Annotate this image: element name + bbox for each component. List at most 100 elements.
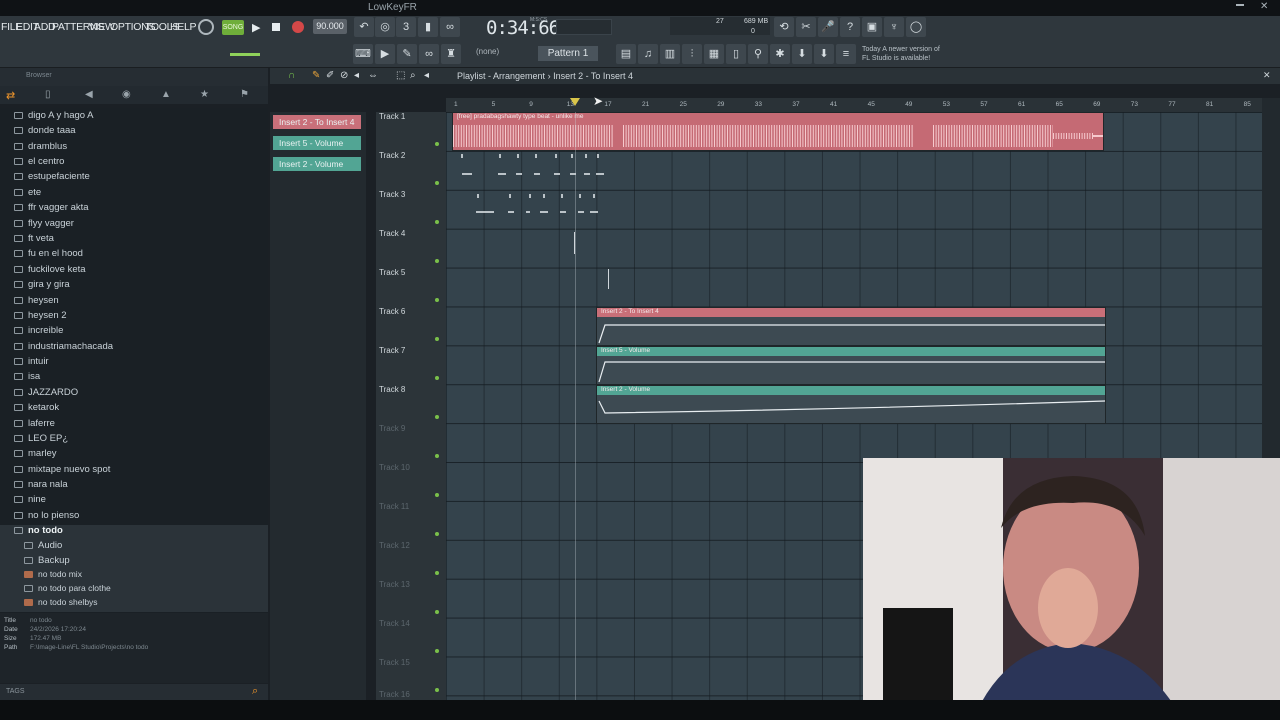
track-label[interactable]: Track 11 (379, 502, 409, 511)
automation-clip[interactable]: Insert 2 - To Insert 4 (596, 307, 1106, 346)
snap-magnet-icon[interactable]: ∩ (288, 70, 295, 81)
folder-item[interactable]: ketarok (14, 402, 59, 417)
playlist-close-icon[interactable]: ✕ (1263, 70, 1271, 81)
plugin-icon[interactable]: ♆ (884, 17, 904, 37)
piano-roll-icon[interactable]: ♫ (638, 44, 658, 64)
track-label[interactable]: Track 15 (379, 658, 410, 667)
grid-icon[interactable]: ▦ (704, 44, 724, 64)
select-tool-icon[interactable]: ⬚ (396, 70, 405, 81)
metronome-icon[interactable]: ↶ (354, 17, 374, 37)
step-record-icon[interactable]: ▮ (418, 17, 438, 37)
track-enable-led[interactable] (435, 493, 439, 497)
mute-tool-icon[interactable]: ◂ (354, 70, 359, 81)
track-enable-led[interactable] (435, 259, 439, 263)
file-item[interactable]: no todo shelbys (0, 597, 268, 612)
song-time-display[interactable]: 0:34:66 (486, 17, 560, 39)
stamp-icon[interactable]: ♜ (441, 44, 461, 64)
browser-star-icon[interactable]: ★ (200, 89, 209, 100)
subfolder-item[interactable]: Audio (0, 540, 268, 555)
folder-item[interactable]: JAZZARDO (14, 387, 78, 402)
browser-cloud-icon[interactable]: ▲ (161, 89, 171, 100)
track-label[interactable]: Track 9 (379, 424, 405, 433)
folder-item[interactable]: gira y gira (14, 279, 70, 294)
audio-clip[interactable]: [free] pradabagshawty type beat - unlike… (452, 112, 1104, 151)
folder-item[interactable]: increible (14, 325, 63, 340)
chat-icon[interactable]: ◯ (906, 17, 926, 37)
microphone-icon[interactable]: 🎤 (818, 17, 838, 37)
folder-item[interactable]: intuir (14, 356, 49, 371)
channel-rack-icon[interactable]: ▥ (660, 44, 680, 64)
track-enable-led[interactable] (435, 649, 439, 653)
tempo-display[interactable]: 90.000 (313, 19, 347, 34)
channel-select[interactable]: (none) (476, 47, 499, 56)
folder-item[interactable]: digo A y hago A (14, 110, 94, 125)
browser-files-icon[interactable]: ▯ (45, 89, 51, 100)
folder-item[interactable]: nine (14, 494, 46, 509)
help-icon[interactable]: ? (840, 17, 860, 37)
search-icon[interactable]: ⌕ (252, 685, 258, 698)
browser-plugins-icon[interactable]: ◀ (85, 89, 93, 100)
arrow-right-icon[interactable]: ▶ (375, 44, 395, 64)
folder-item[interactable]: LEO EP¿ (14, 433, 68, 448)
track-enable-led[interactable] (435, 571, 439, 575)
clip-source-item[interactable]: Insert 5 - Volume (273, 136, 361, 150)
track-enable-led[interactable] (435, 298, 439, 302)
folder-item[interactable]: mixtape nuevo spot (14, 464, 110, 479)
track-label[interactable]: Track 2 (379, 151, 405, 160)
automation-clip[interactable]: Insert 2 - Volume (596, 385, 1106, 424)
playlist-icon[interactable]: ▤ (616, 44, 636, 64)
export-icon[interactable]: ⬇ (814, 44, 834, 64)
tags-bar[interactable]: TAGS ⌕ (0, 684, 268, 700)
track-enable-led[interactable] (435, 181, 439, 185)
plug-icon[interactable]: ⚲ (748, 44, 768, 64)
tools-icon[interactable]: ✱ (770, 44, 790, 64)
master-pitch-slider[interactable] (230, 53, 260, 56)
automation-clip[interactable]: Insert 5 - Volume (596, 346, 1106, 385)
minimize-icon[interactable] (1236, 4, 1244, 6)
folder-item[interactable]: no lo pienso (14, 510, 79, 525)
draw-tool-icon[interactable]: ✎ (312, 70, 320, 81)
track-enable-led[interactable] (435, 220, 439, 224)
master-volume-knob[interactable] (198, 19, 214, 35)
subfolder-item[interactable]: Backup (0, 555, 268, 570)
countdown-icon[interactable]: 3 (396, 17, 416, 37)
undo-icon[interactable]: ⟲ (774, 17, 794, 37)
folder-item[interactable]: marley (14, 448, 57, 463)
browser-back-icon[interactable]: ⇄ (6, 89, 15, 102)
track-enable-led[interactable] (435, 610, 439, 614)
folder-item[interactable]: donde taaa (14, 125, 76, 140)
link-icon[interactable]: ∞ (419, 44, 439, 64)
playhead-marker-icon[interactable] (570, 98, 580, 106)
track-label[interactable]: Track 13 (379, 580, 410, 589)
clip-source-item[interactable]: Insert 2 - To Insert 4 (273, 115, 361, 129)
mixer-icon[interactable]: ⫶ (682, 44, 702, 64)
download-icon[interactable]: ⬇ (792, 44, 812, 64)
automation-point[interactable] (608, 269, 611, 289)
track-label[interactable]: Track 8 (379, 385, 405, 394)
track-label[interactable]: Track 12 (379, 541, 410, 550)
file-icon[interactable]: ▯ (726, 44, 746, 64)
track-enable-led[interactable] (435, 337, 439, 341)
track-enable-led[interactable] (435, 376, 439, 380)
record-button[interactable] (292, 21, 304, 33)
playhead-line[interactable] (575, 112, 576, 700)
folder-item[interactable]: ffr vagger akta (14, 202, 89, 217)
track-enable-led[interactable] (435, 142, 439, 146)
folder-item[interactable]: laferre (14, 418, 55, 433)
folder-item[interactable]: industriamachacada (14, 341, 113, 356)
track-label[interactable]: Track 3 (379, 190, 405, 199)
track-label[interactable]: Track 10 (379, 463, 410, 472)
loop-record-icon[interactable]: ∞ (440, 17, 460, 37)
stop-button[interactable] (272, 23, 280, 31)
track-label[interactable]: Track 1 (379, 112, 405, 121)
folder-item[interactable]: flyy vagger (14, 218, 74, 233)
mixer-cut-icon[interactable]: ✂ (796, 17, 816, 37)
zoom-tool-icon[interactable]: ⌕ (410, 70, 416, 81)
folder-item[interactable]: isa (14, 371, 40, 386)
close-icon[interactable]: ✕ (1260, 1, 1268, 12)
track-enable-led[interactable] (435, 688, 439, 692)
wait-input-icon[interactable]: ◎ (375, 17, 395, 37)
track-label[interactable]: Track 7 (379, 346, 405, 355)
track-enable-led[interactable] (435, 415, 439, 419)
menu-list-icon[interactable]: ≡ (836, 44, 856, 64)
